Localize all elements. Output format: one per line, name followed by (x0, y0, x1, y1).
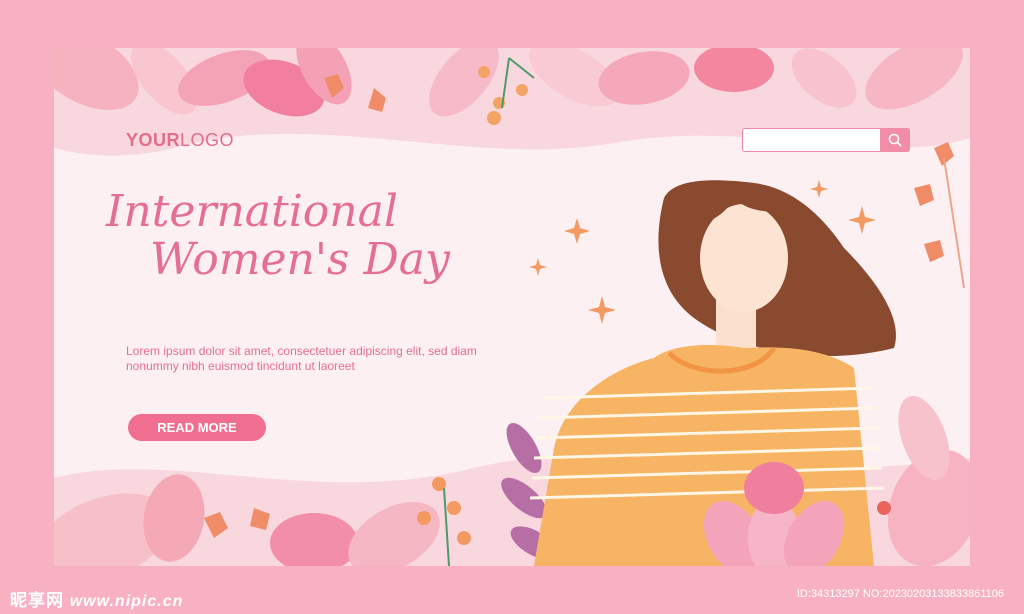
title-line-2: Women's Day (150, 234, 450, 286)
search-input[interactable] (749, 129, 883, 151)
read-more-button[interactable]: READ MORE (128, 414, 266, 441)
title-line-1: International (106, 186, 398, 237)
search-button[interactable] (880, 127, 910, 152)
watermark-id: ID:34313297 NO:20230203133833861106 (796, 588, 1004, 600)
logo-regular: LOGO (180, 130, 235, 150)
search-icon (888, 133, 902, 147)
hero-description: Lorem ipsum dolor sit amet, consectetuer… (126, 344, 477, 373)
hero-title: International Women's Day (106, 186, 450, 286)
background-waves (54, 48, 970, 566)
watermark-url: www.nipic.cn (69, 593, 184, 610)
logo-bold: YOUR (126, 130, 181, 150)
search-bar (742, 127, 910, 152)
watermark-brand: 昵享网 www.nipic.cn (10, 586, 183, 611)
watermark-brand-name: 昵享网 (10, 591, 64, 610)
banner-frame: YOURLOGO International Women's Day Lorem… (54, 48, 970, 566)
brand-logo[interactable]: YOURLOGO (126, 130, 234, 151)
